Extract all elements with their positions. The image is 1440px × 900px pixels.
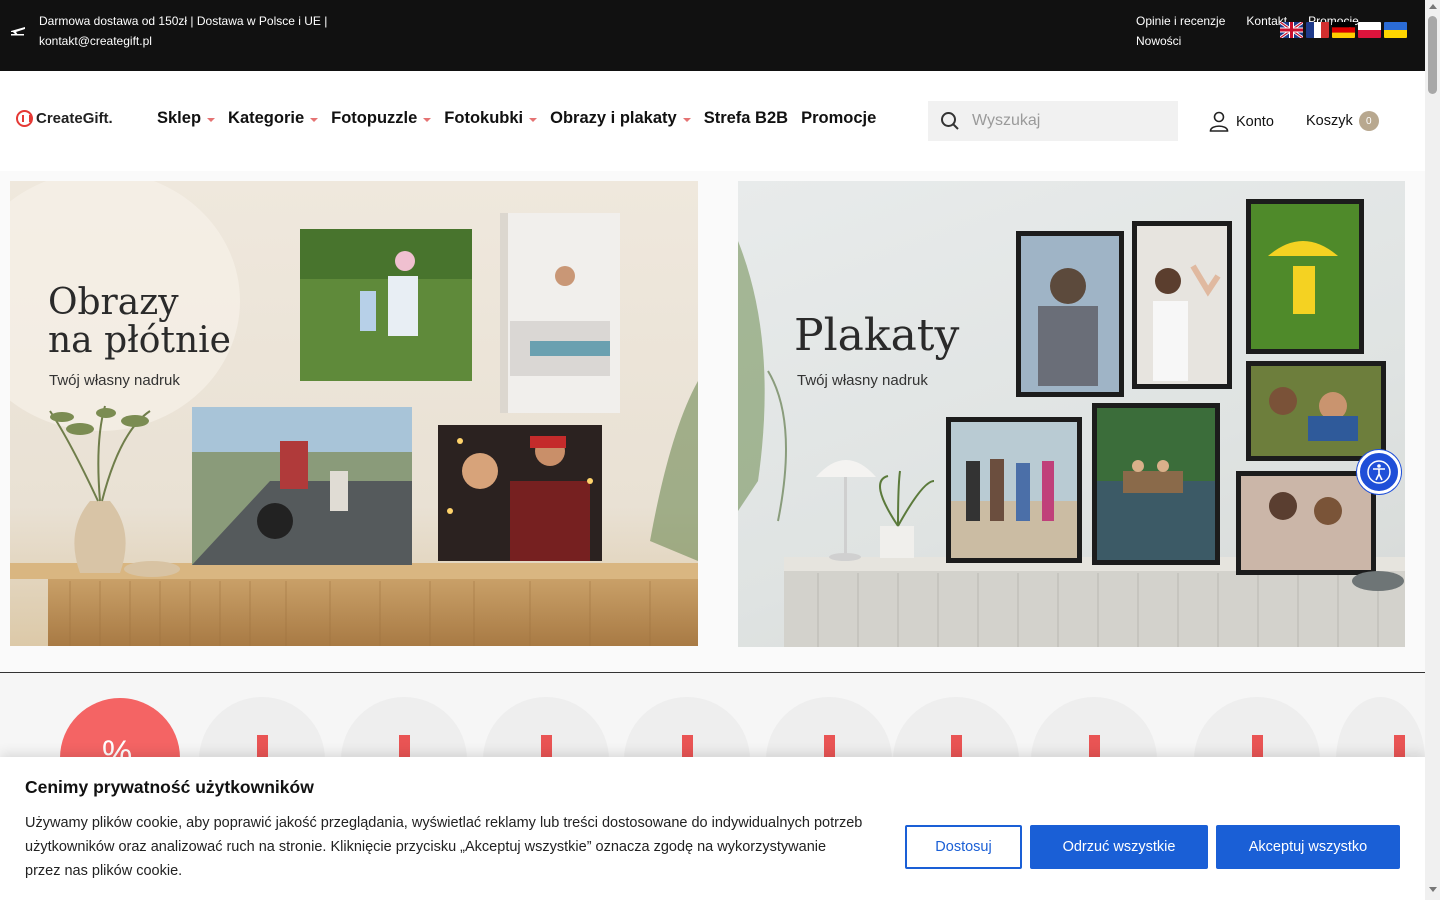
top-link-reviews[interactable]: Opinie i recenzje — [1136, 11, 1225, 31]
caret-down-icon — [310, 117, 319, 122]
tag-icon — [1394, 735, 1405, 759]
language-flags — [1280, 22, 1407, 38]
flag-pl-icon[interactable] — [1358, 22, 1381, 38]
cookie-title: Cenimy prywatność użytkowników — [25, 777, 314, 797]
cart-link[interactable]: Koszyk 0 — [1306, 111, 1379, 131]
flag-de-icon[interactable] — [1332, 22, 1355, 38]
nav-item-promotions[interactable]: Promocje — [801, 109, 876, 128]
flag-uk-icon[interactable] — [1280, 22, 1303, 38]
page-scrollbar[interactable] — [1425, 0, 1440, 900]
flag-ua-icon[interactable] — [1384, 22, 1407, 38]
airplane-icon — [11, 27, 25, 36]
banner-left-title-line2: na płótnie — [48, 320, 231, 361]
accessibility-button[interactable] — [1357, 450, 1401, 494]
nav-label: Fotopuzzle — [331, 109, 418, 127]
tag-icon — [951, 735, 962, 759]
search-input[interactable] — [972, 112, 1162, 130]
caret-down-icon — [423, 117, 432, 122]
account-label: Konto — [1236, 113, 1274, 130]
banner-posters-scene — [738, 199, 1405, 647]
tag-icon — [824, 735, 835, 759]
user-icon — [1209, 111, 1229, 132]
nav-label: Sklep — [157, 109, 202, 127]
nav-item-b2b[interactable]: Strefa B2B — [704, 109, 788, 128]
tag-icon — [1089, 735, 1100, 759]
reject-all-button[interactable]: Odrzuć wszystkie — [1030, 825, 1208, 869]
tag-icon — [1252, 735, 1263, 759]
nav-item-shop[interactable]: Sklep — [157, 109, 216, 128]
scroll-down-arrow-icon[interactable] — [1429, 887, 1437, 892]
nav-label: Strefa B2B — [703, 109, 789, 127]
cart-label: Koszyk — [1306, 113, 1353, 129]
banner-canvas-prints[interactable]: Obrazy na płótnie Twój własny nadruk — [10, 181, 698, 646]
tag-icon — [399, 735, 410, 759]
main-nav: Sklep Kategorie Fotopuzzle Fotokubki Obr… — [157, 109, 889, 128]
nav-item-photomugs[interactable]: Fotokubki — [444, 109, 538, 128]
banner-right-title: Plakaty — [794, 310, 960, 361]
accept-all-button[interactable]: Akceptuj wszystko — [1216, 825, 1400, 869]
main-header: CreateGift. Sklep Kategorie Fotopuzzle F… — [0, 71, 1425, 171]
logo-text: CreateGift. — [36, 110, 113, 127]
scroll-up-arrow-icon[interactable] — [1429, 4, 1437, 9]
scrollbar-thumb[interactable] — [1428, 16, 1437, 94]
nav-item-photopuzzle[interactable]: Fotopuzzle — [331, 109, 432, 128]
cookie-consent-banner: Cenimy prywatność użytkowników Używamy p… — [0, 757, 1425, 900]
nav-label: Kategorie — [228, 109, 305, 127]
account-link[interactable]: Konto — [1209, 111, 1274, 132]
banner-posters[interactable]: Plakaty Twój własny nadruk — [738, 181, 1405, 647]
accessibility-icon — [1367, 460, 1391, 484]
banner-right-subtitle: Twój własny nadruk — [797, 372, 928, 389]
nav-label: Obrazy i plakaty — [550, 109, 677, 127]
cookie-text: Używamy plików cookie, aby poprawić jako… — [25, 815, 863, 879]
banner-left-title: Obrazy na płótnie — [48, 284, 231, 360]
cart-count-badge: 0 — [1358, 111, 1379, 131]
search-icon — [941, 112, 959, 130]
nav-item-categories[interactable]: Kategorie — [228, 109, 319, 128]
caret-down-icon — [207, 117, 216, 122]
page: Darmowa dostawa od 150zł | Dostawa w Pol… — [0, 0, 1425, 900]
customize-button[interactable]: Dostosuj — [905, 825, 1022, 869]
top-link-new[interactable]: Nowości — [1136, 31, 1181, 51]
banner-canvas-scene — [10, 181, 698, 646]
gift-icon — [16, 110, 33, 127]
caret-down-icon — [529, 117, 538, 122]
nav-label: Fotokubki — [444, 109, 524, 127]
tag-icon — [682, 735, 693, 759]
banner-left-subtitle: Twój własny nadruk — [49, 372, 180, 389]
search-box — [928, 101, 1178, 141]
caret-down-icon — [682, 117, 691, 122]
banner-left-title-line1: Obrazy — [48, 282, 179, 323]
tag-icon — [541, 735, 552, 759]
nav-label: Promocje — [801, 109, 877, 127]
nav-item-pictures-posters[interactable]: Obrazy i plakaty — [550, 109, 691, 128]
flag-fr-icon[interactable] — [1306, 22, 1329, 38]
topbar: Darmowa dostawa od 150zł | Dostawa w Pol… — [0, 0, 1425, 71]
shipping-info: Darmowa dostawa od 150zł | Dostawa w Pol… — [39, 14, 328, 48]
logo[interactable]: CreateGift. — [16, 110, 113, 127]
tag-icon — [257, 735, 268, 759]
